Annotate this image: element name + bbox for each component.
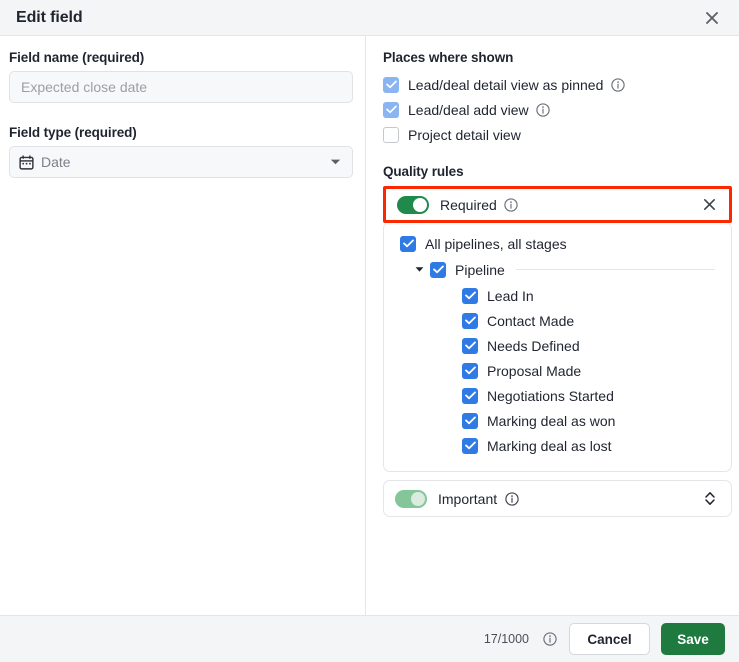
checkbox-label: Marking deal as lost: [487, 437, 612, 454]
quality-rule-important-row[interactable]: Important: [383, 480, 732, 517]
remove-required-rule-button[interactable]: [698, 194, 720, 216]
left-pane: Field name (required) Field type (requir…: [0, 36, 366, 615]
close-dialog-button[interactable]: [699, 5, 725, 31]
checkbox-label: Lead/deal add view: [408, 101, 529, 118]
quality-rules-title: Quality rules: [383, 164, 464, 179]
important-label: Important: [438, 490, 498, 507]
quality-rule-required-row[interactable]: Required: [383, 186, 732, 223]
dialog-body: Field name (required) Field type (requir…: [0, 36, 739, 615]
info-icon[interactable]: [610, 77, 625, 92]
checkbox-row-pipeline[interactable]: Pipeline: [384, 256, 731, 283]
checkbox-row-lead-deal-add-view[interactable]: Lead/deal add view: [383, 97, 731, 122]
close-icon: [703, 198, 716, 211]
checkbox-checked-icon[interactable]: [462, 387, 478, 404]
checkbox-row-stage[interactable]: Negotiations Started: [384, 383, 731, 408]
checkbox-checked-icon[interactable]: [462, 437, 478, 454]
checkbox-row-stage[interactable]: Marking deal as won: [384, 408, 731, 433]
chevron-down-icon[interactable]: [412, 266, 426, 273]
checkbox-checked-icon[interactable]: [383, 76, 399, 93]
checkbox-row-project-detail-view[interactable]: Project detail view: [383, 122, 731, 147]
checkbox-row-stage[interactable]: Contact Made: [384, 308, 731, 333]
pipelines-stages-card: All pipelines, all stages Pipeline Lead …: [383, 222, 732, 472]
checkbox-label: Pipeline: [455, 261, 505, 278]
field-type-select[interactable]: Date: [9, 146, 353, 178]
checkbox-checked-icon[interactable]: [462, 412, 478, 429]
checkbox-row-stage[interactable]: Proposal Made: [384, 358, 731, 383]
checkbox-row-all-pipelines[interactable]: All pipelines, all stages: [384, 231, 731, 256]
checkbox-label: Lead/deal detail view as pinned: [408, 76, 604, 93]
right-pane: Places where shown Lead/deal detail view…: [366, 36, 739, 615]
checkbox-label: Project detail view: [408, 126, 521, 143]
calendar-icon: [19, 154, 34, 170]
checkbox-row-stage[interactable]: Marking deal as lost: [384, 433, 731, 458]
toggle-knob: [413, 197, 427, 212]
places-where-shown-title: Places where shown: [383, 50, 514, 65]
checkbox-label: All pipelines, all stages: [425, 235, 567, 252]
required-toggle[interactable]: [397, 195, 429, 214]
close-icon: [705, 11, 719, 25]
page-title: Edit field: [16, 8, 83, 26]
checkbox-label: Needs Defined: [487, 337, 580, 354]
info-icon[interactable]: [542, 632, 557, 647]
checkbox-checked-icon[interactable]: [462, 287, 478, 304]
character-counter: 17/1000: [483, 632, 529, 646]
checkbox-checked-icon[interactable]: [462, 312, 478, 329]
dialog-header: Edit field: [0, 0, 739, 36]
info-icon[interactable]: [504, 197, 519, 212]
checkbox-checked-icon[interactable]: [462, 337, 478, 354]
checkbox-label: Negotiations Started: [487, 387, 614, 404]
checkbox-label: Proposal Made: [487, 362, 582, 379]
checkbox-checked-icon[interactable]: [383, 101, 399, 118]
checkbox-label: Contact Made: [487, 312, 575, 329]
info-icon[interactable]: [536, 102, 551, 117]
field-type-label: Field type (required): [9, 125, 137, 140]
field-type-value: Date: [41, 154, 71, 170]
dialog-footer: 17/1000 Cancel Save: [0, 615, 739, 662]
field-name-input[interactable]: [9, 71, 353, 103]
checkbox-label: Lead In: [487, 287, 534, 304]
chevron-up-down-icon[interactable]: [700, 489, 720, 509]
checkbox-row-stage[interactable]: Lead In: [384, 283, 731, 308]
checkbox-row-stage[interactable]: Needs Defined: [384, 333, 731, 358]
field-name-label: Field name (required): [9, 50, 145, 65]
checkbox-checked-icon[interactable]: [462, 362, 478, 379]
edit-field-dialog: Edit field Field name (required) Field t…: [0, 0, 739, 662]
info-icon[interactable]: [504, 491, 519, 506]
toggle-knob: [411, 491, 425, 506]
divider: [515, 269, 715, 270]
checkbox-checked-icon[interactable]: [400, 235, 416, 252]
checkbox-row-lead-deal-detail-view[interactable]: Lead/deal detail view as pinned: [383, 72, 731, 97]
checkbox-unchecked-icon[interactable]: [383, 126, 399, 143]
required-label: Required: [440, 196, 497, 213]
save-button[interactable]: Save: [661, 623, 725, 655]
checkbox-label: Marking deal as won: [487, 412, 616, 429]
important-toggle[interactable]: [395, 489, 427, 508]
checkbox-checked-icon[interactable]: [430, 261, 446, 278]
cancel-button[interactable]: Cancel: [569, 623, 650, 655]
chevron-down-icon: [330, 158, 341, 166]
